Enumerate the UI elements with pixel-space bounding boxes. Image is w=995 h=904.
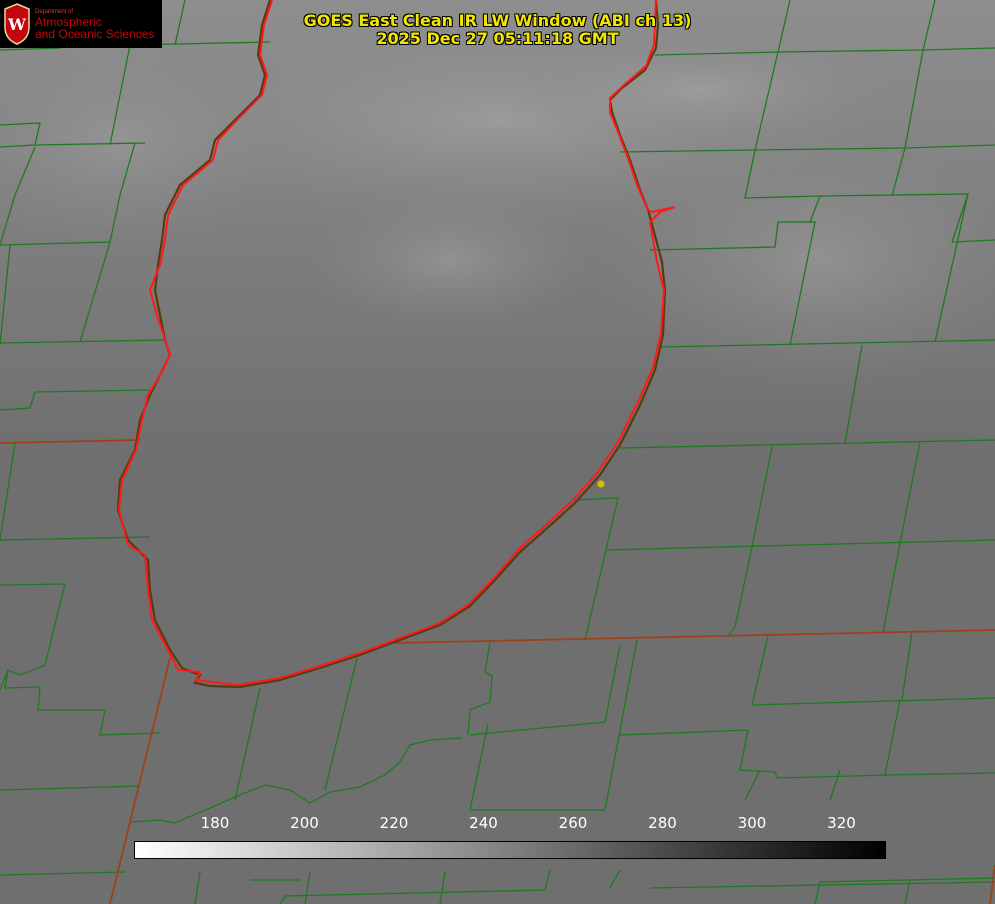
colorbar-tick-label: 320 (827, 814, 856, 832)
colorbar-tick-label: 260 (558, 814, 588, 832)
colorbar-tick-label: 240 (469, 814, 498, 832)
colorbar-tick-label: 200 (290, 814, 319, 832)
satellite-map (0, 0, 995, 904)
image-timestamp: 2025 Dec 27 05:11:18 GMT (376, 29, 619, 48)
cloud-imagery (0, 0, 995, 904)
colorbar-tick-label: 280 (648, 814, 677, 832)
temperature-colorbar (134, 841, 886, 859)
colorbar-tick-label: 300 (737, 814, 767, 832)
colorbar-tick-label: 180 (200, 814, 230, 832)
colorbar-tick-label: 220 (379, 814, 409, 832)
location-marker (597, 480, 605, 488)
image-title: GOES East Clean IR LW Window (ABI ch 13) (303, 11, 692, 30)
